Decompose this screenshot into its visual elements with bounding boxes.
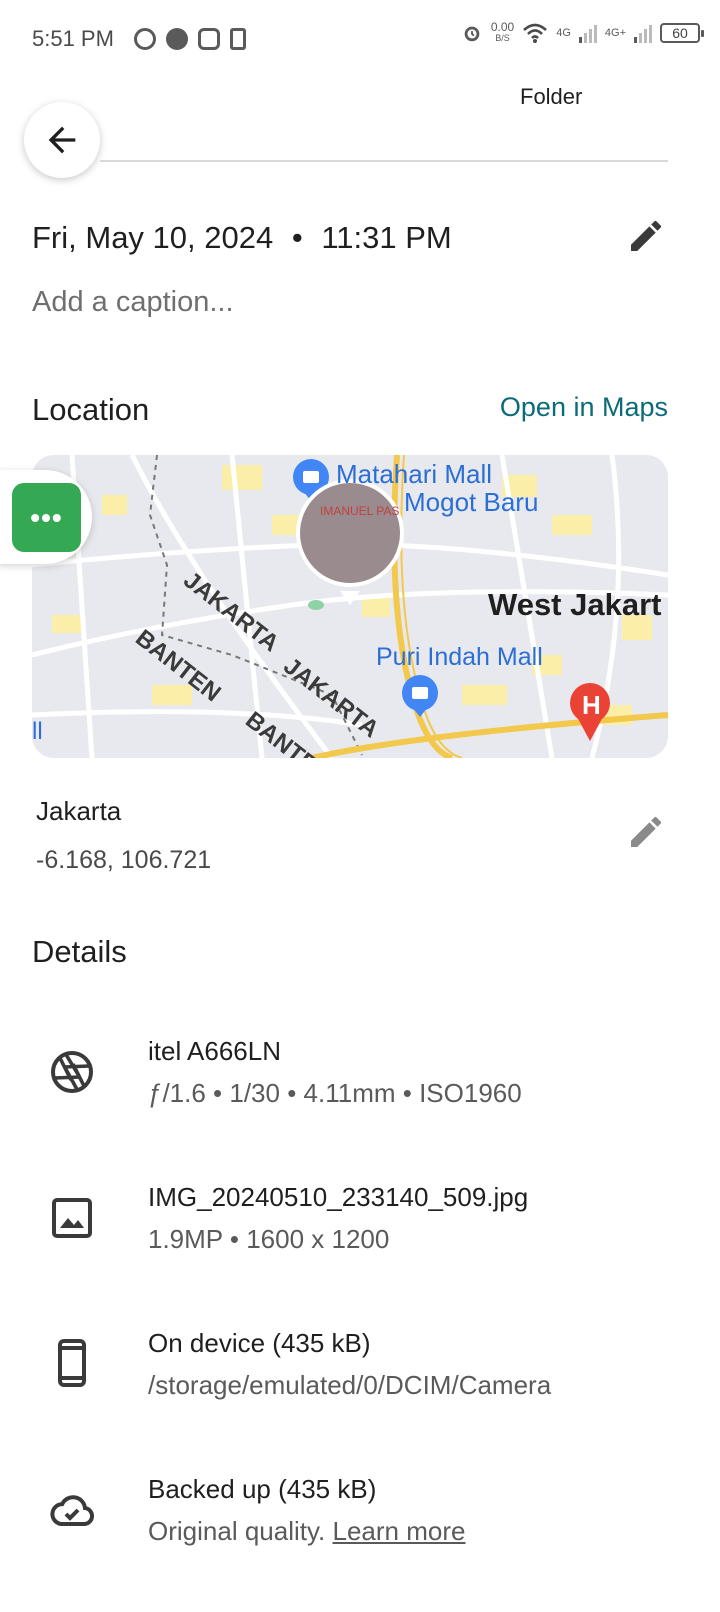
wifi-icon	[523, 23, 548, 43]
phone-icon	[48, 1338, 96, 1387]
pencil-icon	[631, 816, 662, 847]
photo-date: Fri, May 10, 2024	[32, 220, 274, 255]
signal-1-icon	[578, 25, 597, 43]
circle-app-icon	[134, 28, 156, 50]
storage-path: /storage/emulated/0/DCIM/Camera	[148, 1370, 552, 1400]
map-pin-text: IMANUEL PAS	[320, 504, 399, 518]
edit-date-button[interactable]	[626, 216, 666, 256]
photo-time: 11:31 PM	[321, 220, 452, 255]
folder-label[interactable]: Folder	[520, 84, 582, 110]
back-button[interactable]	[24, 102, 100, 178]
map-label-mall-1: Matahari Mall	[336, 459, 492, 489]
map-label-hospital: H	[582, 690, 601, 720]
backup-quality-text: Original quality.	[148, 1516, 326, 1546]
backup-status: Backed up (435 kB)	[148, 1474, 377, 1504]
signal-2-label: 4G+	[604, 27, 626, 39]
net-speed-value: 0.00	[490, 20, 515, 34]
status-right: 0.00 B/S 4G 4G+ 60	[461, 20, 704, 44]
cloud-done-icon	[48, 1486, 96, 1534]
chat-dots-icon[interactable]: •••	[12, 483, 81, 552]
map-label-edge: ll	[32, 718, 43, 745]
net-speed-unit: B/S	[495, 33, 510, 43]
net-speed: 0.00 B/S	[490, 20, 515, 44]
sim-icon	[230, 28, 246, 50]
battery-icon: 60	[660, 23, 704, 43]
chat-app-icon	[166, 28, 188, 50]
edit-location-button[interactable]	[626, 812, 666, 852]
instagram-icon	[198, 28, 220, 50]
details-title: Details	[32, 934, 127, 969]
place-name: Jakarta	[36, 796, 122, 826]
date-separator: •	[291, 220, 303, 255]
arrow-back-icon	[48, 126, 76, 154]
camera-settings: ƒ/1.6 • 1/30 • 4.11mm • ISO1960	[148, 1078, 522, 1108]
map-label-mall-1b: Mogot Baru	[404, 487, 538, 517]
image-resolution: 1.9MP • 1600 x 1200	[148, 1224, 390, 1254]
battery-level: 60	[672, 25, 688, 41]
date-time: Fri, May 10, 2024 • 11:31 PM	[32, 220, 452, 256]
pencil-icon	[631, 220, 662, 251]
signal-1-label: 4G	[556, 27, 571, 39]
open-in-maps-link[interactable]: Open in Maps	[500, 392, 668, 423]
map-label-mall-2: Puri Indah Mall	[376, 643, 543, 671]
camera-aperture-icon	[48, 1048, 96, 1096]
learn-more-link[interactable]: Learn more	[333, 1516, 466, 1546]
map-label-city: West Jakart	[488, 587, 661, 622]
map-graphic: Matahari Mall Mogot Baru IMANUEL PAS Wes…	[32, 455, 668, 758]
backup-quality: Original quality. Learn more	[148, 1516, 465, 1547]
notification-icons	[134, 28, 246, 50]
camera-model: itel A666LN	[148, 1036, 281, 1066]
location-title: Location	[32, 392, 150, 427]
file-name: IMG_20240510_233140_509.jpg	[148, 1182, 529, 1212]
divider	[100, 160, 668, 162]
caption-input[interactable]: Add a caption...	[32, 286, 234, 319]
coordinates: -6.168, 106.721	[36, 846, 212, 874]
storage-location: On device (435 kB)	[148, 1328, 371, 1358]
image-icon	[48, 1194, 96, 1242]
status-time: 5:51 PM	[32, 26, 114, 51]
signal-2-icon	[634, 25, 652, 43]
location-map[interactable]: Matahari Mall Mogot Baru IMANUEL PAS Wes…	[32, 455, 668, 758]
alarm-icon	[464, 26, 480, 42]
